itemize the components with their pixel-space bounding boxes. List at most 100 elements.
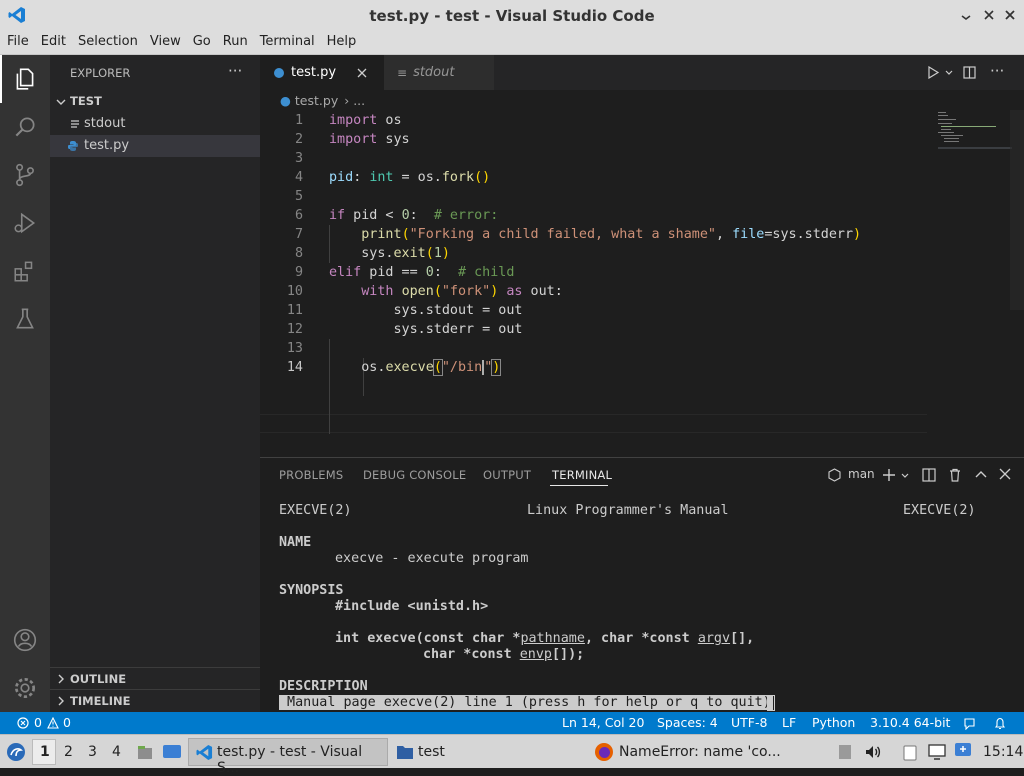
display-icon[interactable]: [928, 743, 946, 761]
menu-view[interactable]: View: [143, 30, 186, 49]
notifications-bell-icon[interactable]: [994, 717, 1006, 730]
chevron-down-icon[interactable]: [901, 472, 909, 480]
settings-gear-icon[interactable]: [0, 664, 50, 712]
split-terminal-icon[interactable]: [922, 468, 936, 482]
encoding[interactable]: UTF-8: [731, 715, 767, 730]
section-description-heading: DESCRIPTION: [279, 679, 368, 694]
line-number: 12: [286, 322, 303, 337]
desktop-icon[interactable]: [162, 743, 182, 761]
man-header-right: EXECVE(2): [903, 503, 976, 518]
trash-icon[interactable]: [948, 468, 962, 482]
workspace-3[interactable]: 3: [88, 744, 97, 760]
chevron-down-icon[interactable]: [945, 69, 953, 77]
panel-tab-debug-console[interactable]: DEBUG CONSOLE: [363, 468, 466, 482]
line-number: 7: [294, 227, 303, 242]
warnings-count[interactable]: 0: [63, 715, 71, 730]
testing-icon[interactable]: [0, 295, 50, 343]
language-mode[interactable]: Python: [812, 715, 855, 730]
file-item-test-py[interactable]: test.py: [50, 135, 260, 157]
code-line: import os: [329, 113, 402, 128]
run-file-icon[interactable]: [927, 66, 940, 79]
workspace-1[interactable]: 1: [40, 744, 50, 760]
extensions-icon[interactable]: [0, 247, 50, 295]
menu-terminal[interactable]: Terminal: [253, 30, 320, 49]
menu-bar: File Edit Selection View Go Run Terminal Help: [0, 30, 1024, 55]
menu-file[interactable]: File: [0, 30, 34, 49]
bottom-panel: PROBLEMS DEBUG CONSOLE OUTPUT TERMINAL m…: [260, 457, 1024, 712]
chevron-down-icon: [56, 99, 66, 105]
tab-stdout[interactable]: ≡ stdout: [384, 55, 494, 90]
breadcrumb: ● test.py › ...: [280, 93, 365, 108]
taskbar-folder-label[interactable]: test: [418, 744, 445, 760]
menu-run[interactable]: Run: [216, 30, 253, 49]
terminal-view[interactable]: EXECVE(2) Linux Programmer's Manual EXEC…: [279, 503, 1024, 713]
menu-go[interactable]: Go: [186, 30, 216, 49]
code-line: pid: int = os.fork(): [329, 170, 491, 185]
feedback-icon[interactable]: [963, 717, 976, 730]
taskbar-vscode-window[interactable]: test.py - test - Visual S...: [188, 738, 388, 776]
folder-test[interactable]: TEST: [50, 91, 260, 113]
workspace-2[interactable]: 2: [64, 744, 73, 760]
breadcrumb-file[interactable]: test.py: [295, 93, 338, 108]
file-item-stdout[interactable]: stdout: [50, 113, 260, 135]
workspace-4[interactable]: 4: [112, 744, 121, 760]
code-line: if pid < 0: # error:: [329, 208, 499, 223]
line-number: 1: [294, 113, 303, 128]
maximize-panel-icon[interactable]: [974, 468, 988, 482]
new-terminal-icon[interactable]: [882, 468, 896, 482]
source-control-icon[interactable]: [0, 151, 50, 199]
volume-icon[interactable]: [864, 743, 882, 761]
minimap[interactable]: [936, 110, 1018, 150]
menu-help[interactable]: Help: [320, 30, 362, 49]
timeline-label: TIMELINE: [70, 694, 131, 708]
editor-scrollbar[interactable]: [1010, 110, 1024, 310]
split-editor-icon[interactable]: [963, 66, 976, 79]
chevron-right-icon: [58, 674, 64, 684]
breadcrumb-separator: ›: [344, 93, 350, 108]
indent-guide: [329, 339, 330, 434]
python-interpreter[interactable]: 3.10.4 64-bit: [870, 715, 950, 730]
tab-test-py[interactable]: test.py: [260, 55, 384, 90]
indentation[interactable]: Spaces: 4: [657, 715, 718, 730]
search-icon[interactable]: [0, 103, 50, 151]
explorer-icon[interactable]: [0, 55, 50, 103]
more-actions-icon[interactable]: ···: [990, 62, 1004, 80]
taskbar-firefox-label[interactable]: NameError: name 'co...: [619, 744, 781, 760]
close-icon[interactable]: [1005, 10, 1015, 20]
minimize-icon[interactable]: [961, 10, 971, 20]
file-label: stdout: [84, 116, 126, 131]
lock-icon[interactable]: [838, 744, 852, 760]
panel-tab-problems[interactable]: PROBLEMS: [279, 468, 343, 482]
line-number: 2: [294, 132, 303, 147]
run-debug-icon[interactable]: [0, 199, 50, 247]
maximize-icon[interactable]: [984, 10, 994, 20]
folder-label: TEST: [70, 94, 102, 108]
menu-edit[interactable]: Edit: [34, 30, 71, 49]
account-icon[interactable]: [0, 616, 50, 664]
terminal-name[interactable]: man: [848, 467, 875, 481]
network-icon[interactable]: [954, 742, 972, 760]
tab-bar: test.py ≡ stdout ···: [260, 55, 1024, 90]
problems-count[interactable]: 0: [34, 715, 42, 730]
name-description: execve - execute program: [335, 551, 529, 566]
code-editor[interactable]: 1 2 3 4 5 6 7 8 9 10 11 12 13 14 import …: [260, 110, 1024, 450]
more-actions-icon[interactable]: ···: [228, 62, 242, 80]
cursor-position[interactable]: Ln 14, Col 20: [562, 715, 644, 730]
clipboard-icon[interactable]: [902, 743, 918, 761]
breadcrumb-symbols[interactable]: ...: [353, 93, 365, 108]
menu-selection[interactable]: Selection: [71, 30, 143, 49]
tab-close-icon[interactable]: [357, 68, 367, 78]
timeline-section[interactable]: TIMELINE: [50, 689, 260, 711]
active-tab-underline: [550, 485, 608, 486]
python-file-icon: ●: [280, 93, 291, 108]
app-launcher-icon[interactable]: [6, 742, 26, 762]
line-number: 10: [286, 284, 303, 299]
error-icon: [17, 717, 29, 729]
line-ending[interactable]: LF: [782, 715, 796, 730]
panel-tab-output[interactable]: OUTPUT: [483, 468, 531, 482]
text-file-icon: ≡: [397, 65, 408, 80]
outline-section[interactable]: OUTLINE: [50, 667, 260, 689]
panel-tab-terminal[interactable]: TERMINAL: [552, 468, 612, 482]
close-panel-icon[interactable]: [999, 468, 1011, 480]
file-manager-icon[interactable]: [136, 743, 154, 761]
